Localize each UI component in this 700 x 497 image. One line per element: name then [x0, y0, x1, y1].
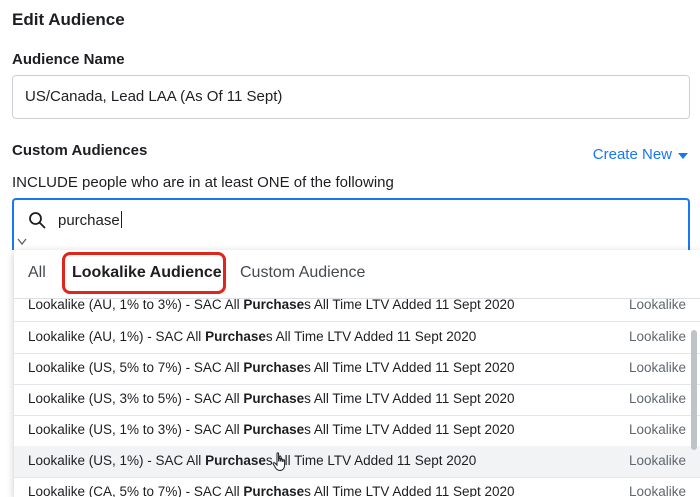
list-item-type: Lookalike	[628, 422, 686, 437]
list-scrollbar[interactable]	[691, 330, 697, 450]
list-item-type: Lookalike	[628, 391, 686, 406]
text-cursor	[120, 211, 122, 228]
list-item-label: Lookalike (US, 1% to 3%) - SAC All Purch…	[28, 422, 515, 437]
audience-name-label: Audience Name	[12, 51, 125, 68]
list-item-label: Lookalike (CA, 5% to 7%) - SAC All Purch…	[28, 484, 515, 497]
search-icon	[29, 212, 46, 229]
search-value: purchase	[58, 211, 122, 229]
list-item[interactable]: Lookalike (AU, 1%) - SAC All Purchases A…	[14, 322, 700, 354]
list-item-type: Lookalike	[628, 360, 686, 375]
create-new-button[interactable]: Create New	[593, 146, 688, 163]
audience-search-input[interactable]: purchase	[12, 198, 690, 250]
list-item[interactable]: Lookalike (US, 1% to 3%) - SAC All Purch…	[14, 415, 700, 447]
list-item[interactable]: Lookalike (CA, 5% to 7%) - SAC All Purch…	[14, 477, 700, 497]
list-item[interactable]: Lookalike (AU, 1% to 3%) - SAC All Purch…	[14, 290, 700, 322]
page-title: Edit Audience	[12, 10, 125, 29]
list-item-type: Lookalike	[628, 297, 686, 312]
list-item-type: Lookalike	[628, 453, 686, 468]
list-item[interactable]: Lookalike (US, 3% to 5%) - SAC All Purch…	[14, 384, 700, 416]
list-item-type: Lookalike	[628, 484, 686, 497]
audience-dropdown: All Lookalike Audience Custom Audience L…	[14, 250, 700, 497]
caret-down-icon	[678, 152, 688, 159]
list-item-label: Lookalike (US, 3% to 5%) - SAC All Purch…	[28, 391, 515, 406]
chevron-down-icon[interactable]	[17, 238, 27, 246]
tab-all[interactable]: All	[28, 264, 46, 282]
list-item-label: Lookalike (AU, 1% to 3%) - SAC All Purch…	[28, 297, 515, 312]
hand-pointer-icon	[272, 452, 286, 472]
list-item-type: Lookalike	[628, 329, 686, 344]
list-item-label: Lookalike (US, 1%) - SAC All Purchases A…	[28, 453, 477, 468]
tab-lookalike-audience[interactable]: Lookalike Audience	[72, 264, 222, 282]
list-item[interactable]: Lookalike (US, 5% to 7%) - SAC All Purch…	[14, 353, 700, 385]
list-item-label: Lookalike (AU, 1%) - SAC All Purchases A…	[28, 329, 477, 344]
include-instructions: INCLUDE people who are in at least ONE o…	[12, 174, 394, 191]
audience-name-input[interactable]: US/Canada, Lead LAA (As Of 11 Sept)	[12, 75, 690, 119]
create-new-label: Create New	[592, 146, 672, 163]
list-item[interactable]: Lookalike (US, 1%) - SAC All Purchases A…	[14, 446, 700, 478]
list-item-label: Lookalike (US, 5% to 7%) - SAC All Purch…	[28, 360, 515, 375]
tab-custom-audience[interactable]: Custom Audience	[240, 264, 365, 282]
custom-audiences-label: Custom Audiences	[12, 142, 148, 159]
